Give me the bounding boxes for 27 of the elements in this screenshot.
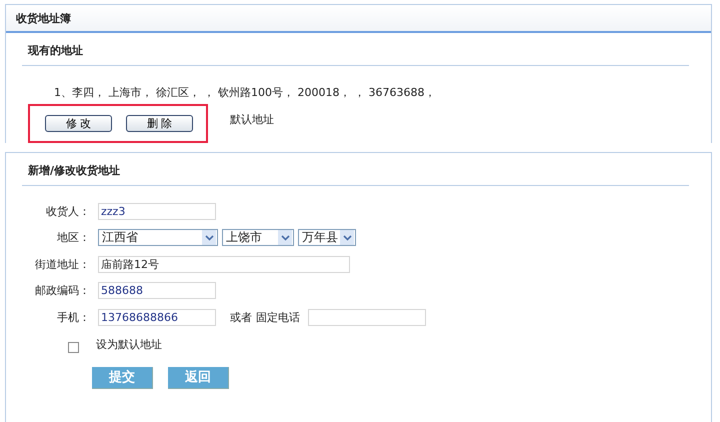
region-select[interactable]: 上饶市 — [222, 229, 294, 246]
dropdown-icon — [278, 230, 292, 246]
region-select[interactable]: 江西省 — [98, 229, 218, 246]
input-field[interactable]: 13768688866 — [98, 308, 216, 326]
input-field[interactable]: 588688 — [98, 282, 216, 300]
field-label: 地区： — [56, 230, 90, 246]
section-title: 新增/修改收货地址 — [22, 155, 689, 186]
field-label: 街道地址： — [34, 256, 90, 272]
input-field[interactable]: 庙前路12号 — [98, 256, 350, 273]
field-label: 固定电话 — [256, 310, 300, 325]
or-label: 或者 — [230, 310, 252, 325]
field-label: 手机： — [56, 310, 90, 325]
address-button[interactable]: 修 改 — [45, 115, 112, 132]
checkbox-label: 设为默认地址 — [96, 336, 162, 352]
address-text: 1、李四， 上海市， 徐汇区， ， 钦州路100号， 200018， ， 36763688， — [54, 85, 436, 100]
default-address-label: 默认地址 — [230, 112, 274, 127]
dropdown-icon — [202, 230, 216, 246]
field-label: 邮政编码： — [34, 283, 90, 298]
input-field[interactable]: zzz3 — [98, 202, 216, 220]
dropdown-icon — [340, 230, 354, 246]
section-title: 现有的地址 — [22, 35, 689, 66]
region-select[interactable]: 万年县 — [298, 229, 356, 246]
input-field[interactable] — [308, 308, 426, 326]
checkbox[interactable] — [68, 342, 79, 352]
field-label: 收货人： — [45, 204, 90, 219]
panel-title: 收货地址簿 — [16, 10, 71, 26]
address-button[interactable]: 删 除 — [126, 115, 193, 132]
